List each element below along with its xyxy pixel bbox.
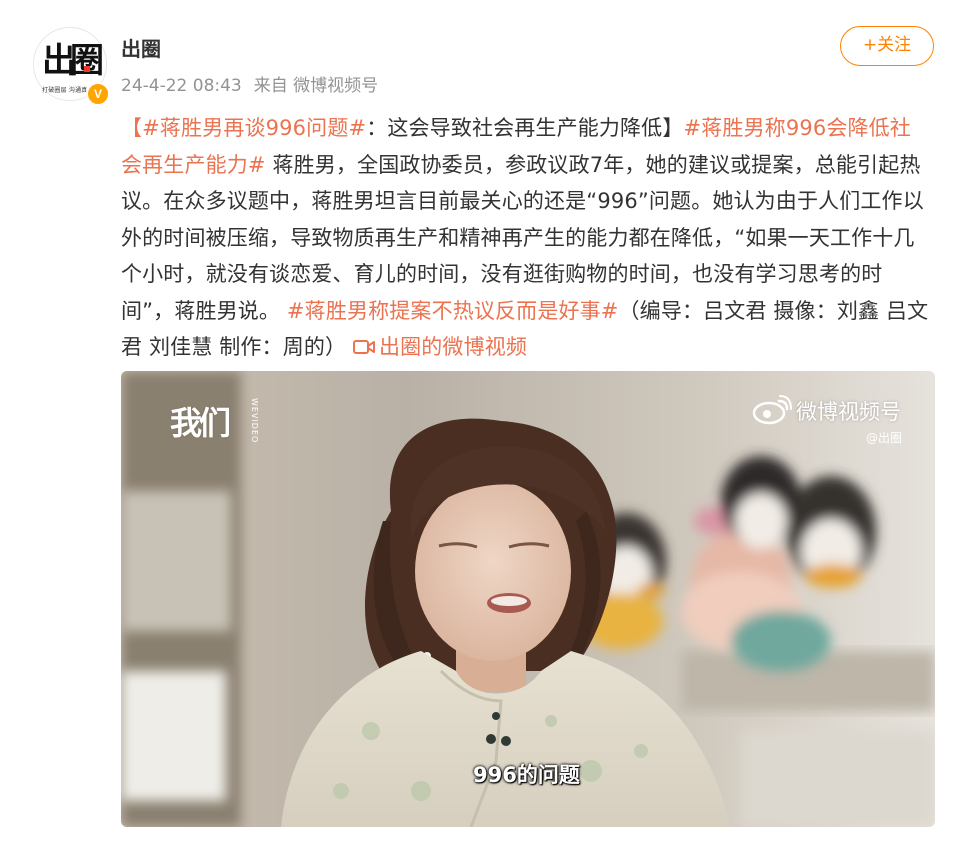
post-text: 【#蒋胜男再谈996问题#：这会导致社会再生产能力降低】#蒋胜男称996会降低社… [121, 110, 931, 366]
video-link[interactable]: 出圈的微博视频 [352, 335, 528, 359]
verified-badge-icon: V [86, 82, 110, 106]
video-camera-icon [352, 340, 375, 354]
video-brand-logo: 我们 [170, 404, 231, 442]
post-source: 来自 微博视频号 [253, 76, 379, 96]
hashtag-link[interactable]: 【#蒋胜男再谈996问题# [121, 116, 366, 140]
post-meta: 24-4-22 08:43 来自 微博视频号 [121, 71, 378, 96]
video-subtitle: 996的问题 [473, 763, 580, 787]
hashtag-link[interactable]: #蒋胜男称提案不热议反而是好事# [287, 299, 619, 323]
post-text-segment: 蒋胜男，全国政协委员，参政议政7年，她的建议或提案，总能引起热议。在众多议题中，… [121, 152, 924, 323]
video-watermark: 微博视频号 [796, 400, 901, 424]
post-timestamp[interactable]: 24-4-22 08:43 [121, 76, 242, 96]
avatar-logo: 出圈 [42, 41, 102, 78]
account-name[interactable]: 出圈 [121, 33, 161, 62]
video-watermark-handle: @出圈 [866, 431, 903, 445]
video-link-label: 出圈的微博视频 [378, 335, 528, 359]
video-brand-sub: WEVIDEO [250, 398, 259, 444]
avatar-logo-text: 出圈 [42, 41, 102, 78]
follow-button[interactable]: +关注 [840, 26, 934, 66]
weibo-icon [752, 395, 792, 425]
post-text-segment: ：这会导致社会再生产能力降低】 [366, 116, 684, 140]
